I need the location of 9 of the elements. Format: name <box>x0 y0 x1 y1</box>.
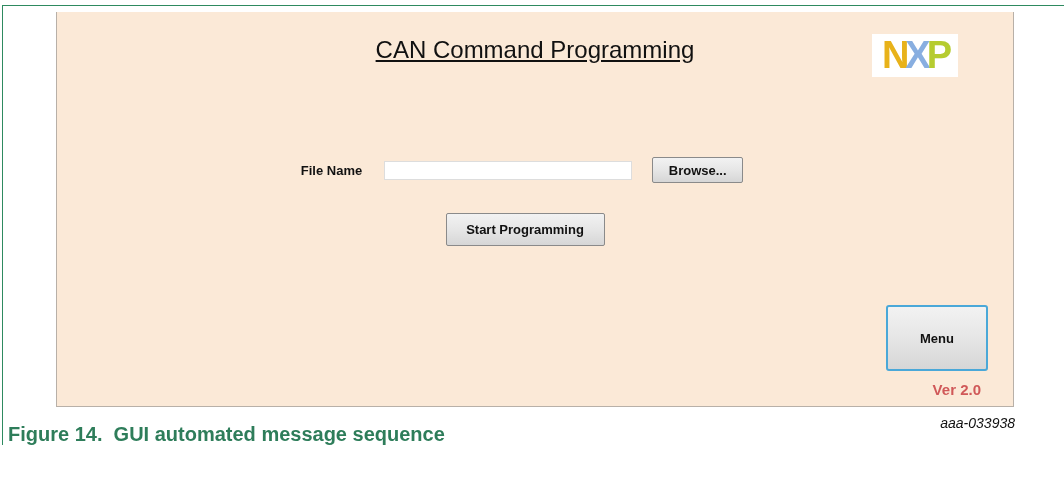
figure-id: aaa-033938 <box>940 415 1015 431</box>
menu-button[interactable]: Menu <box>886 305 988 371</box>
file-name-field[interactable] <box>384 160 633 180</box>
field-label: File Name <box>300 162 363 178</box>
browse-button[interactable]: Browse... <box>652 157 744 183</box>
version-label: Ver 2.0 <box>932 381 981 398</box>
logo: NXP <box>872 34 958 77</box>
window-title: CAN Command Programming <box>375 36 695 64</box>
start-programming-button[interactable]: Start Programming <box>445 213 605 246</box>
